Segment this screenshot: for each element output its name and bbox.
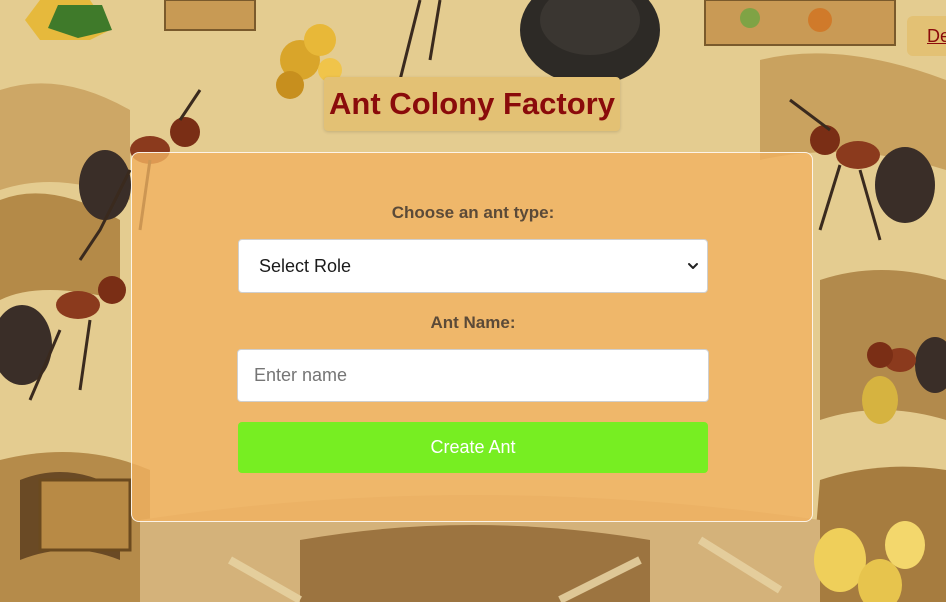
create-ant-button[interactable]: Create Ant [238, 422, 708, 473]
role-select-value: Select Role [259, 255, 352, 276]
top-nav-link[interactable]: De [927, 26, 946, 47]
ant-name-input[interactable] [237, 349, 709, 402]
top-nav-link-box: De [907, 16, 946, 56]
ant-creation-form: Choose an ant type: Select Role Ant Name… [131, 152, 813, 522]
page-title: Ant Colony Factory [329, 86, 615, 121]
role-label: Choose an ant type: [391, 203, 555, 222]
role-select[interactable]: Select Role [238, 239, 708, 293]
page-title-box: Ant Colony Factory [324, 77, 620, 131]
page: De Ant Colony Factory Choose an ant type… [0, 0, 946, 602]
name-label: Ant Name: [430, 313, 516, 332]
chevron-down-icon [688, 263, 698, 269]
